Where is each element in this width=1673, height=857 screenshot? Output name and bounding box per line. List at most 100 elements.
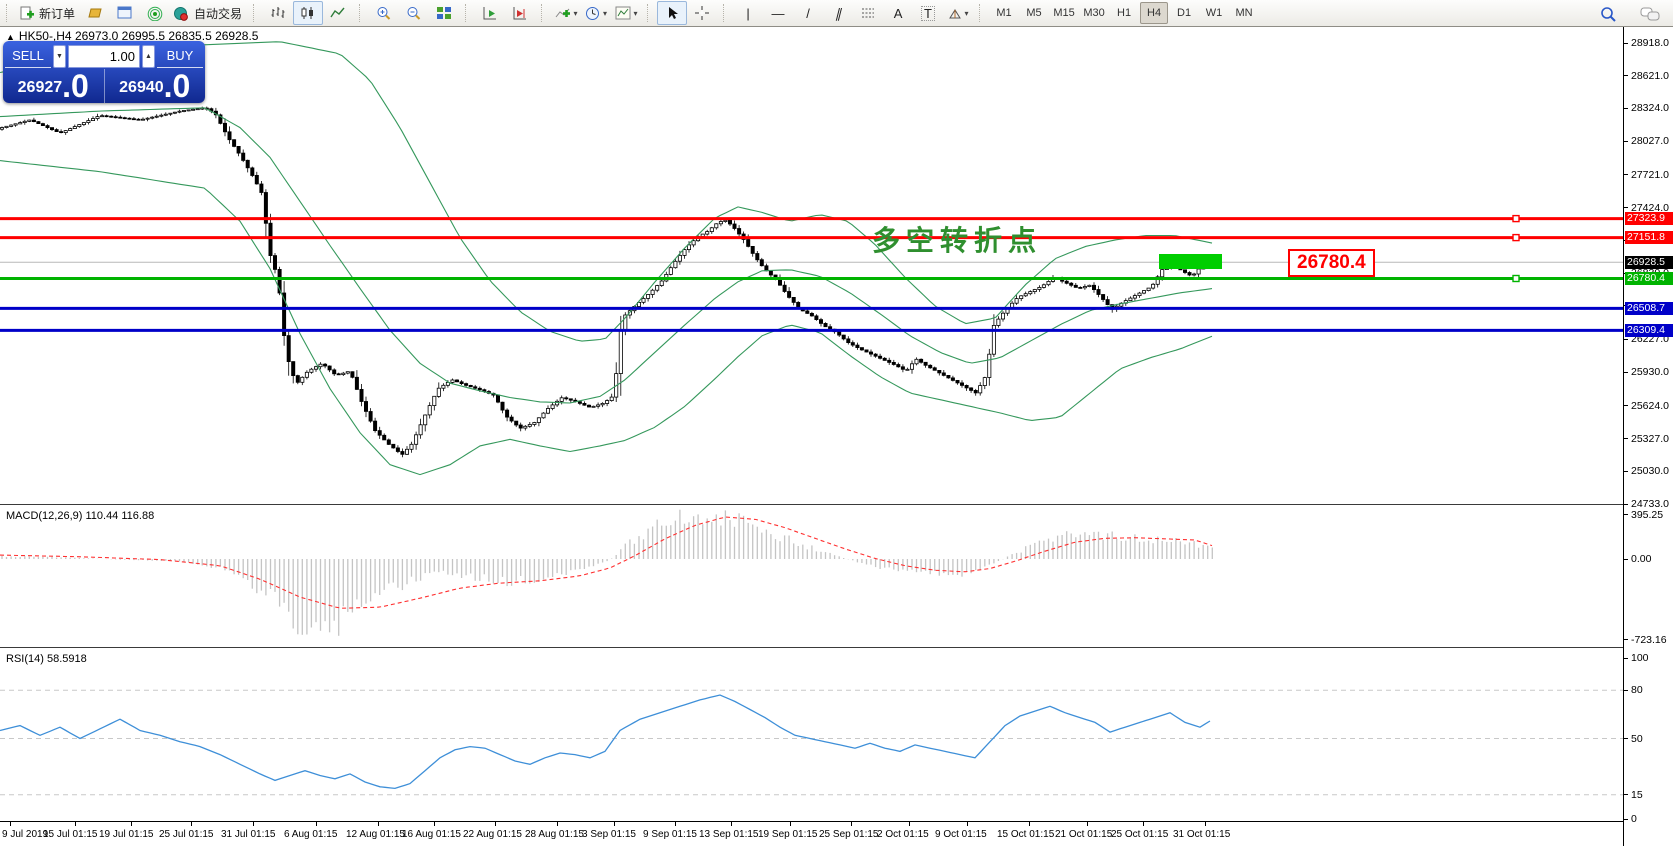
periods-button[interactable]: ▾ — [581, 1, 611, 25]
signals-button[interactable] — [140, 1, 170, 25]
sell-price[interactable]: 26927.0 — [3, 69, 105, 103]
time-tick — [191, 822, 192, 826]
timeframe-button-m15[interactable]: M15 — [1050, 2, 1078, 24]
toolbar-right-icons — [1593, 2, 1665, 26]
toolbar-grip[interactable] — [253, 4, 259, 22]
arrows-button[interactable]: ▾ — [943, 1, 973, 25]
timeframe-button-w1[interactable]: W1 — [1200, 2, 1228, 24]
time-tick — [75, 822, 76, 826]
axis-tick — [1624, 43, 1628, 44]
price-chart-panel[interactable]: ▲HK50-,H4 26973.0 26995.5 26835.5 26928.… — [0, 27, 1623, 504]
crosshair-button[interactable] — [687, 1, 717, 25]
chart-area: ▲HK50-,H4 26973.0 26995.5 26835.5 26928.… — [0, 27, 1673, 857]
metaeditor-button[interactable] — [80, 1, 110, 25]
zoom-in-icon — [376, 6, 392, 21]
buy-price[interactable]: 26940.0 — [105, 69, 206, 103]
indicators-caret[interactable]: ▾ — [574, 9, 578, 18]
periods-caret[interactable]: ▾ — [603, 9, 607, 18]
timeframe-button-m30[interactable]: M30 — [1080, 2, 1108, 24]
price-tick-label: 25327.0 — [1631, 433, 1669, 445]
toolbar-grip[interactable] — [647, 4, 653, 22]
fibonacci-icon — [861, 7, 876, 20]
price-tick-label: 28027.0 — [1631, 135, 1669, 147]
chart-shift-icon — [512, 6, 528, 20]
bar-chart-button[interactable] — [263, 1, 293, 25]
volume-input[interactable] — [68, 45, 140, 68]
new-order-button[interactable]: 新订单 — [16, 1, 80, 25]
chat-button[interactable] — [1635, 2, 1665, 26]
time-tick-label: 25 Oct 01:15 — [1111, 829, 1168, 840]
level-price-label: 26309.4 — [1625, 324, 1673, 337]
toolbar-grip[interactable] — [541, 4, 547, 22]
price-axis[interactable]: 28918.028621.028324.028027.027721.027424… — [1623, 27, 1673, 846]
toolbar-grip[interactable] — [723, 4, 729, 22]
channel-button[interactable]: ∥ — [823, 1, 853, 25]
volume-increase-button[interactable]: ▲ — [142, 45, 155, 68]
chat-icon — [1640, 6, 1660, 22]
marketwatch-button[interactable] — [110, 1, 140, 25]
level-price-label: 27323.9 — [1625, 212, 1673, 225]
price-tick-label: 28324.0 — [1631, 102, 1669, 114]
cursor-button[interactable] — [657, 1, 687, 25]
macd-panel[interactable]: MACD(12,26,9) 110.44 116.88 — [0, 508, 1623, 647]
chart-shift-button[interactable] — [505, 1, 535, 25]
rsi-tick-label: 50 — [1631, 733, 1643, 745]
time-tick — [1029, 822, 1030, 826]
line-chart-button[interactable] — [323, 1, 353, 25]
clock-icon — [585, 6, 600, 21]
timeframe-button-d1[interactable]: D1 — [1170, 2, 1198, 24]
price-tick-label: 25030.0 — [1631, 465, 1669, 477]
templates-button[interactable]: ▾ — [611, 1, 641, 25]
bid-price-label: 26928.5 — [1625, 256, 1673, 269]
rsi-tick-label: 80 — [1631, 684, 1643, 696]
buy-button[interactable]: BUY — [157, 45, 203, 68]
vertical-line-button[interactable]: | — [733, 1, 763, 25]
text-label-icon: T — [921, 6, 935, 21]
timeframe-button-mn[interactable]: MN — [1230, 2, 1258, 24]
zoom-in-button[interactable] — [369, 1, 399, 25]
timeframe-button-m5[interactable]: M5 — [1020, 2, 1048, 24]
tile-windows-button[interactable] — [429, 1, 459, 25]
axis-tick — [1624, 141, 1628, 142]
axis-tick — [1624, 738, 1628, 739]
templates-caret[interactable]: ▾ — [634, 9, 638, 18]
sell-price-big: .0 — [62, 71, 89, 101]
auto-scroll-button[interactable] — [475, 1, 505, 25]
fibonacci-button[interactable] — [853, 1, 883, 25]
time-tick-label: 22 Aug 01:15 — [463, 829, 522, 840]
time-axis[interactable]: 9 Jul 201915 Jul 01:1519 Jul 01:1525 Jul… — [0, 821, 1623, 847]
indicators-button[interactable]: ▾ — [551, 1, 581, 25]
toolbar-grip[interactable] — [6, 4, 12, 22]
rsi-tick-label: 0 — [1631, 813, 1637, 825]
axis-tick — [1624, 438, 1628, 439]
arrows-caret[interactable]: ▾ — [965, 9, 969, 18]
axis-tick — [1624, 339, 1628, 340]
volume-decrease-button[interactable]: ▼ — [53, 45, 66, 68]
trendline-button[interactable]: / — [793, 1, 823, 25]
zoom-out-button[interactable] — [399, 1, 429, 25]
text-label-button[interactable]: T — [913, 1, 943, 25]
timeframe-button-h4[interactable]: H4 — [1140, 2, 1168, 24]
timeframe-button-m1[interactable]: M1 — [990, 2, 1018, 24]
autotrading-icon — [173, 6, 189, 21]
toolbar-grip[interactable] — [359, 4, 365, 22]
time-tick-label: 6 Aug 01:15 — [284, 829, 337, 840]
time-tick-label: 9 Sep 01:15 — [643, 829, 697, 840]
marketwatch-icon — [117, 6, 133, 20]
new-order-label: 新订单 — [37, 5, 77, 22]
text-button[interactable]: A — [883, 1, 913, 25]
timeframe-bar: M1M5M15M30H1H4D1W1MN — [989, 2, 1259, 24]
toolbar-grip[interactable] — [465, 4, 471, 22]
axis-tick — [1624, 405, 1628, 406]
rsi-panel[interactable]: RSI(14) 58.5918 — [0, 651, 1623, 821]
time-tick-label: 15 Oct 01:15 — [997, 829, 1054, 840]
search-button[interactable] — [1593, 2, 1623, 26]
toolbar-grip[interactable] — [979, 4, 985, 22]
axis-tick — [1624, 819, 1628, 820]
candle-chart-button[interactable] — [293, 1, 323, 25]
sell-button[interactable]: SELL — [5, 45, 51, 68]
autotrading-button[interactable]: 自动交易 — [170, 1, 247, 25]
candlestick-chart[interactable] — [0, 27, 1623, 504]
timeframe-button-h1[interactable]: H1 — [1110, 2, 1138, 24]
horizontal-line-button[interactable]: — — [763, 1, 793, 25]
